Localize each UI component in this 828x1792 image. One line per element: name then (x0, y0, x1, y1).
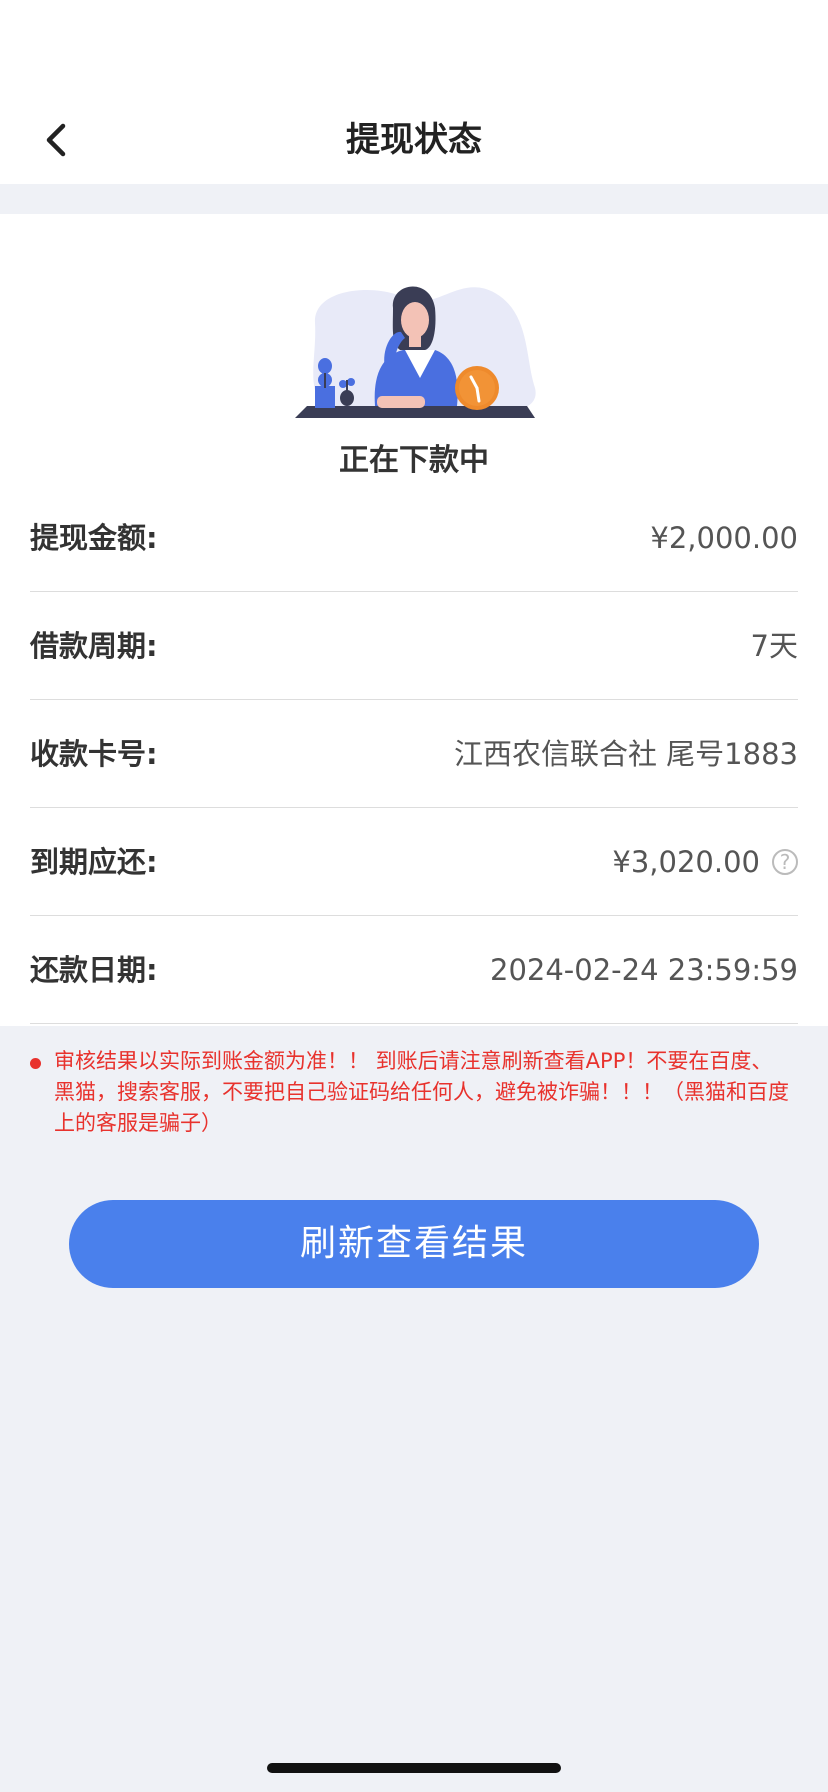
detail-value: 2024-02-24 23:59:59 (490, 916, 798, 1024)
detail-row-due-amount: 到期应还: ¥3,020.00 ? (30, 808, 798, 916)
warning-dot-icon (30, 1058, 41, 1069)
header-bar: 提现状态 (0, 0, 828, 184)
detail-label: 借款周期: (30, 629, 158, 663)
notice-text: 审核结果以实际到账金额为准！！ 到账后请注意刷新查看APP！不要在百度、黑猫，搜… (54, 1049, 789, 1135)
woman-waiting-clock-illustration (295, 286, 536, 418)
detail-value: 江西农信联合社 尾号1883 (454, 700, 798, 808)
detail-row-card: 收款卡号: 江西农信联合社 尾号1883 (30, 700, 798, 808)
detail-label: 收款卡号: (30, 737, 158, 771)
detail-value: 7天 (751, 592, 798, 700)
help-icon[interactable]: ? (772, 849, 798, 875)
detail-label: 提现金额: (30, 521, 158, 555)
due-date-value: 2024-02-24 23:59:59 (490, 953, 798, 987)
amount-value: ¥2,000.00 (650, 521, 798, 555)
detail-row-due-date: 还款日期: 2024-02-24 23:59:59 (30, 916, 798, 1024)
home-indicator[interactable] (267, 1763, 561, 1773)
due-amount-value: ¥3,020.00 (612, 845, 760, 879)
status-text: 正在下款中 (339, 443, 489, 478)
detail-value: ¥3,020.00 ? (612, 808, 798, 916)
refresh-result-button[interactable]: 刷新查看结果 (69, 1200, 759, 1288)
detail-value: ¥2,000.00 (650, 484, 798, 592)
term-value: 7天 (750, 629, 798, 663)
card-value: 江西农信联合社 尾号1883 (453, 737, 798, 771)
detail-label: 到期应还: (30, 845, 158, 879)
detail-row-amount: 提现金额: ¥2,000.00 (30, 484, 798, 592)
warning-notice: 审核结果以实际到账金额为准！！ 到账后请注意刷新查看APP！不要在百度、黑猫，搜… (30, 1046, 790, 1139)
page-title: 提现状态 (346, 120, 482, 160)
detail-row-term: 借款周期: 7天 (30, 592, 798, 700)
detail-label: 还款日期: (30, 953, 158, 987)
